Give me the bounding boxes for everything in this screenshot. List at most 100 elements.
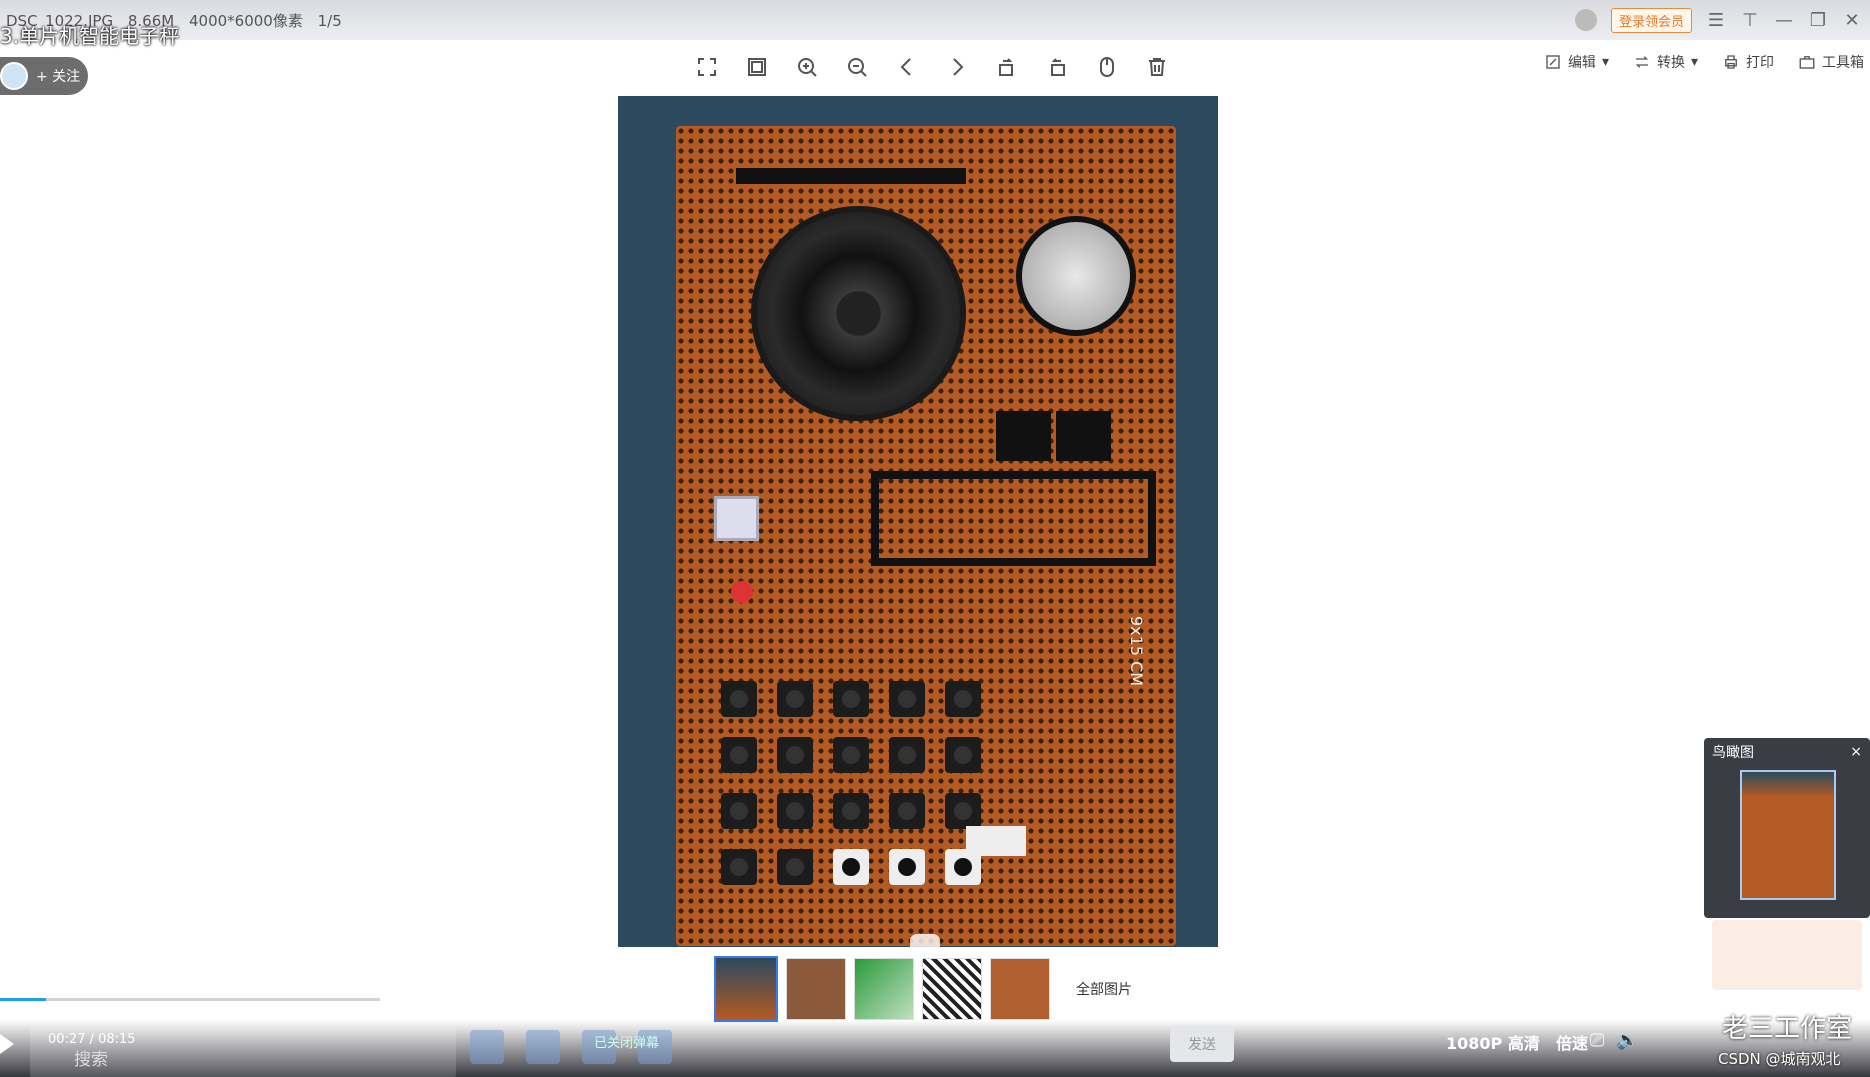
edit-label: 编辑 — [1567, 55, 1596, 71]
tact-switch — [833, 849, 869, 885]
thumbnail-4[interactable] — [922, 958, 982, 1020]
send-button[interactable]: 发送 — [1170, 1026, 1234, 1062]
tact-switch — [889, 849, 925, 885]
user-avatar-icon[interactable] — [1574, 9, 1597, 31]
toolbox-label: 工具箱 — [1822, 55, 1864, 71]
tact-switch — [889, 793, 925, 829]
coin-battery-component — [1016, 216, 1136, 336]
tact-switch — [945, 737, 981, 773]
volume-icon[interactable]: 🔈 — [1616, 1030, 1638, 1051]
previous-icon[interactable] — [890, 50, 924, 84]
speed-button[interactable]: 倍速 — [1556, 1030, 1588, 1054]
pin-icon[interactable]: ⊤ — [1740, 10, 1760, 31]
minimize-icon[interactable]: — — [1774, 10, 1794, 31]
vip-button[interactable]: 登录领会员 — [1610, 7, 1692, 33]
rotate-right-icon[interactable] — [1040, 50, 1074, 84]
tact-switch — [889, 737, 925, 773]
tact-switch — [777, 737, 813, 773]
delete-icon[interactable] — [1140, 50, 1174, 84]
tact-switch — [833, 681, 869, 717]
connector-component — [966, 826, 1026, 856]
quality-button[interactable]: 1080P 高清 — [1446, 1030, 1540, 1054]
tact-switch — [945, 793, 981, 829]
board-size-label: 9x15 CM — [1127, 616, 1146, 687]
tact-switch — [833, 737, 869, 773]
thumbnail-strip: 全部图片 — [714, 956, 1132, 1022]
tact-switch — [945, 681, 981, 717]
zoom-out-icon[interactable] — [840, 50, 874, 84]
follow-button[interactable]: + 关注 — [0, 57, 88, 95]
ic-chip — [996, 411, 1051, 461]
collapse-thumbs-handle[interactable] — [910, 934, 940, 948]
thumbnail-2[interactable] — [786, 958, 846, 1020]
thumbnail-5[interactable] — [990, 958, 1050, 1020]
birdseye-preview[interactable] — [1740, 770, 1836, 900]
taskbar-app-icon[interactable] — [526, 1030, 560, 1064]
button-matrix — [721, 681, 1001, 885]
maximize-icon[interactable]: ❐ — [1808, 10, 1828, 31]
file-index: 1/5 — [317, 12, 342, 30]
ic-chip — [1056, 411, 1111, 461]
search-label: 搜索 — [74, 1050, 108, 1070]
file-dimensions: 4000*6000像素 — [189, 12, 303, 30]
birdseye-title: 鸟瞰图 — [1712, 745, 1754, 761]
tact-switch — [721, 737, 757, 773]
zoom-in-icon[interactable] — [790, 50, 824, 84]
tact-switch — [721, 681, 757, 717]
print-icon — [1725, 55, 1737, 69]
main-photo[interactable]: 9x15 CM — [618, 96, 1218, 947]
toolbox-button[interactable]: 工具箱 — [1798, 52, 1864, 72]
speaker-component — [751, 206, 966, 421]
thumbnail-3[interactable] — [854, 958, 914, 1020]
viewer-toolbar — [690, 50, 1174, 84]
video-time: 00:27 / 08:15 — [48, 1032, 136, 1047]
danmu-status[interactable]: 已关闭弹幕 — [594, 1032, 659, 1051]
ocr-icon[interactable] — [1090, 50, 1124, 84]
print-label: 打印 — [1746, 55, 1774, 71]
mcu-socket — [871, 471, 1156, 566]
edit-icon — [1546, 55, 1560, 69]
tact-switch — [721, 849, 757, 885]
convert-icon — [1635, 56, 1649, 68]
taskbar-app-icon[interactable] — [470, 1030, 504, 1064]
tact-switch — [777, 681, 813, 717]
play-icon[interactable] — [0, 1034, 14, 1054]
fullscreen-icon[interactable] — [690, 50, 724, 84]
next-icon[interactable] — [940, 50, 974, 84]
video-progress-fill — [0, 998, 46, 1001]
pin-header — [736, 168, 966, 184]
window-controls: 登录领会员 ☰ ⊤ — ❐ ✕ — [1574, 6, 1870, 34]
right-tools: 编辑 ▾ 转换 ▾ 打印 工具箱 — [1544, 52, 1864, 72]
cast-icon[interactable]: ⎚ — [1590, 1030, 1604, 1051]
print-button[interactable]: 打印 — [1722, 52, 1774, 72]
pcb-board: 9x15 CM — [676, 126, 1176, 946]
birdseye-panel: 鸟瞰图 × — [1704, 738, 1870, 918]
tact-switch — [833, 793, 869, 829]
tact-switch — [777, 849, 813, 885]
convert-button[interactable]: 转换 ▾ — [1633, 52, 1698, 72]
all-pictures-link[interactable]: 全部图片 — [1076, 979, 1132, 999]
tact-switch — [721, 793, 757, 829]
tact-switch — [889, 681, 925, 717]
video-title: 3.单片机智能电子秤 — [0, 24, 180, 48]
close-icon[interactable]: ✕ — [1842, 10, 1862, 31]
thumbnail-1[interactable] — [714, 956, 778, 1022]
edit-button[interactable]: 编辑 ▾ — [1544, 52, 1609, 72]
studio-logo — [1712, 920, 1862, 990]
video-progress-bar[interactable] — [0, 998, 380, 1001]
convert-label: 转换 — [1656, 55, 1685, 71]
power-switch-component — [714, 496, 759, 541]
follow-label: + 关注 — [36, 69, 81, 85]
toolbox-icon — [1799, 56, 1815, 69]
rotate-left-icon[interactable] — [990, 50, 1024, 84]
birdseye-close-icon[interactable]: × — [1850, 744, 1862, 760]
red-led-component — [731, 581, 753, 603]
title-bar: DSC_1022.JPG 8.66M 4000*6000像素 1/5 登录领会员… — [0, 0, 1870, 40]
csdn-watermark: CSDN @城南观北 — [1718, 1050, 1841, 1068]
uploader-avatar[interactable] — [0, 62, 28, 90]
fit-window-icon[interactable] — [740, 50, 774, 84]
studio-watermark: 老三工作室 — [1722, 1014, 1853, 1044]
tact-switch — [777, 793, 813, 829]
player-icons: ⎚ 🔈 — [1590, 1030, 1639, 1051]
menu-icon[interactable]: ☰ — [1706, 10, 1726, 31]
